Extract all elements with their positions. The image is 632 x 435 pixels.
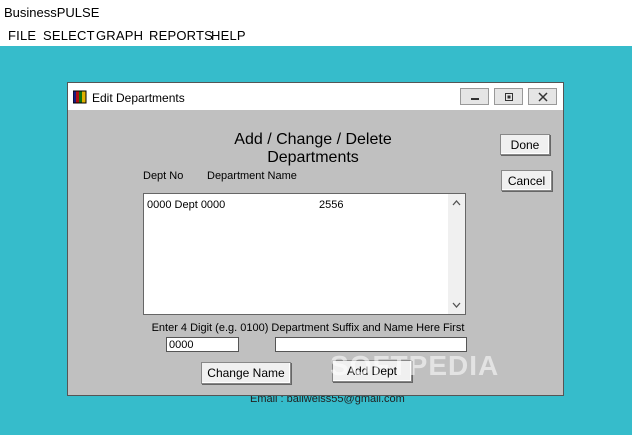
menu-select[interactable]: SELECT [43,28,95,43]
menu-help[interactable]: HELP [211,28,246,43]
column-dept-no: Dept No [143,170,184,182]
departments-list[interactable]: 0000 Dept 0000 2556 [143,193,466,315]
edit-departments-dialog: Edit Departments Add / Change / Delete D… [67,82,564,396]
cancel-button[interactable]: Cancel [501,170,552,191]
restore-icon[interactable] [494,88,523,105]
scroll-up-icon[interactable] [448,195,465,211]
close-icon[interactable] [528,88,557,105]
scroll-down-icon[interactable] [448,297,465,313]
menu-graph[interactable]: GRAPH [96,28,143,43]
dialog-title: Edit Departments [92,91,185,105]
dept-value: 2556 [319,199,344,211]
menu-reports[interactable]: REPORTS [149,28,213,43]
list-item[interactable]: 0000 Dept 0000 2556 [147,199,447,213]
app-icon [72,90,87,104]
app-title: BusinessPULSE [4,5,100,20]
instruction-text: Enter 4 Digit (e.g. 0100) Department Suf… [151,322,465,334]
column-department-name: Department Name [207,170,297,182]
dialog-heading: Add / Change / Delete Departments [234,131,392,166]
change-name-button[interactable]: Change Name [201,362,291,384]
softpedia-watermark: SOFTPEDIA [330,350,500,381]
dept-entry: 0000 Dept 0000 [147,199,226,211]
app-title-bar: BusinessPULSE [0,0,632,24]
done-button[interactable]: Done [500,134,550,155]
minimize-icon[interactable] [460,88,489,105]
menu-bar: FILE SELECT GRAPH REPORTS HELP [0,24,632,46]
vertical-scrollbar[interactable] [448,194,465,314]
dept-suffix-input[interactable] [166,337,239,352]
menu-file[interactable]: FILE [8,28,36,43]
dialog-title-bar[interactable]: Edit Departments [68,83,563,110]
